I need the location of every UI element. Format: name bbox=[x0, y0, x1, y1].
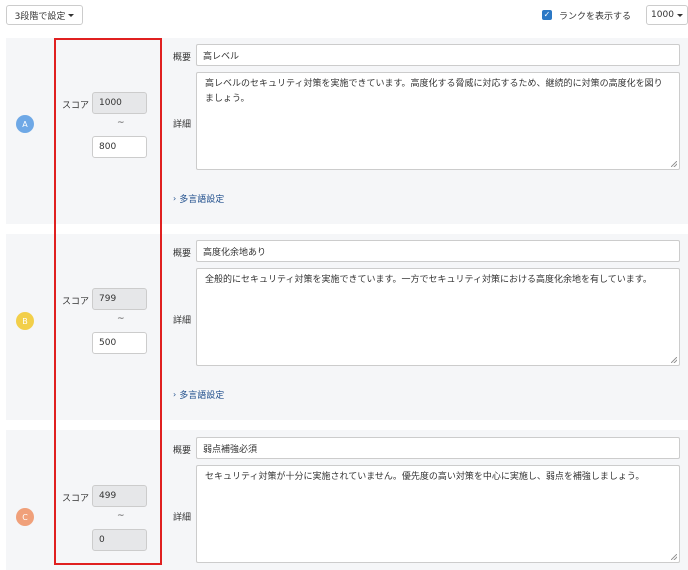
range-separator: ~ bbox=[117, 314, 125, 324]
score-label: スコア bbox=[62, 297, 90, 307]
summary-label: 概要 bbox=[173, 53, 192, 63]
score-label: スコア bbox=[62, 101, 90, 111]
rank-letter: C bbox=[22, 512, 28, 522]
rank-badge-b: B bbox=[16, 312, 34, 330]
score-min-value: 0 bbox=[99, 535, 105, 545]
score-max-value: 1000 bbox=[99, 98, 122, 108]
resize-handle[interactable] bbox=[671, 554, 677, 560]
detail-label: 詳細 bbox=[173, 120, 192, 130]
score-max-field: 499 bbox=[92, 485, 147, 507]
summary-input[interactable]: 高レベル bbox=[196, 44, 680, 66]
score-min-input[interactable]: 500 bbox=[92, 332, 147, 354]
detail-textarea[interactable]: 高レベルのセキュリティ対策を実施できています。高度化する脅威に対応するため、継続… bbox=[196, 72, 680, 170]
detail-value: 全般的にセキュリティ対策を実施できています。一方でセキュリティ対策における高度化… bbox=[205, 275, 652, 285]
range-separator: ~ bbox=[117, 511, 125, 521]
rank-badge-c: C bbox=[16, 508, 34, 526]
rank-letter: B bbox=[22, 316, 28, 326]
score-max-value: 799 bbox=[99, 294, 117, 304]
score-max-field: 799 bbox=[92, 288, 147, 310]
max-score-select[interactable]: 1000 bbox=[646, 5, 688, 25]
detail-textarea[interactable]: 全般的にセキュリティ対策を実施できています。一方でセキュリティ対策における高度化… bbox=[196, 268, 680, 366]
summary-input[interactable]: 高度化余地あり bbox=[196, 240, 680, 262]
chevron-down-icon bbox=[676, 13, 683, 17]
chevron-right-icon: › bbox=[173, 194, 177, 203]
summary-value: 弱点補強必須 bbox=[203, 444, 258, 455]
show-rank-checkbox[interactable]: ✓ bbox=[542, 10, 552, 20]
chevron-right-icon: › bbox=[173, 390, 177, 399]
multilang-label: 多言語設定 bbox=[179, 391, 225, 401]
summary-value: 高度化余地あり bbox=[203, 247, 267, 258]
score-max-field: 1000 bbox=[92, 92, 147, 114]
score-min-value: 500 bbox=[99, 338, 117, 348]
show-rank-label: ランクを表示する bbox=[559, 12, 632, 22]
detail-value: 高レベルのセキュリティ対策を実施できています。高度化する脅威に対応するため、継続… bbox=[205, 79, 663, 104]
resize-handle[interactable] bbox=[671, 357, 677, 363]
chevron-down-icon bbox=[68, 13, 75, 17]
detail-value: セキュリティ対策が十分に実施されていません。優先度の高い対策を中心に実施し、弱点… bbox=[205, 472, 645, 482]
score-max-value: 499 bbox=[99, 491, 117, 501]
summary-value: 高レベル bbox=[203, 51, 240, 62]
detail-label: 詳細 bbox=[173, 316, 192, 326]
score-min-input[interactable]: 800 bbox=[92, 136, 147, 158]
rank-letter: A bbox=[22, 119, 28, 129]
levels-button-label: 3段階で設定 bbox=[14, 11, 66, 22]
summary-label: 概要 bbox=[173, 446, 192, 456]
summary-label: 概要 bbox=[173, 249, 192, 259]
detail-label: 詳細 bbox=[173, 513, 192, 523]
summary-input[interactable]: 弱点補強必須 bbox=[196, 437, 680, 459]
max-score-value: 1000 bbox=[651, 10, 674, 20]
checkmark-icon: ✓ bbox=[543, 10, 551, 19]
detail-textarea[interactable]: セキュリティ対策が十分に実施されていません。優先度の高い対策を中心に実施し、弱点… bbox=[196, 465, 680, 563]
multilang-settings-link[interactable]: › 多言語設定 bbox=[173, 192, 224, 205]
score-min-field: 0 bbox=[92, 529, 147, 551]
multilang-settings-link[interactable]: › 多言語設定 bbox=[173, 388, 224, 401]
score-label: スコア bbox=[62, 494, 90, 504]
multilang-label: 多言語設定 bbox=[179, 195, 225, 205]
range-separator: ~ bbox=[117, 118, 125, 128]
rank-badge-a: A bbox=[16, 115, 34, 133]
resize-handle[interactable] bbox=[671, 161, 677, 167]
levels-dropdown-button[interactable]: 3段階で設定 bbox=[6, 5, 83, 25]
score-min-value: 800 bbox=[99, 142, 117, 152]
